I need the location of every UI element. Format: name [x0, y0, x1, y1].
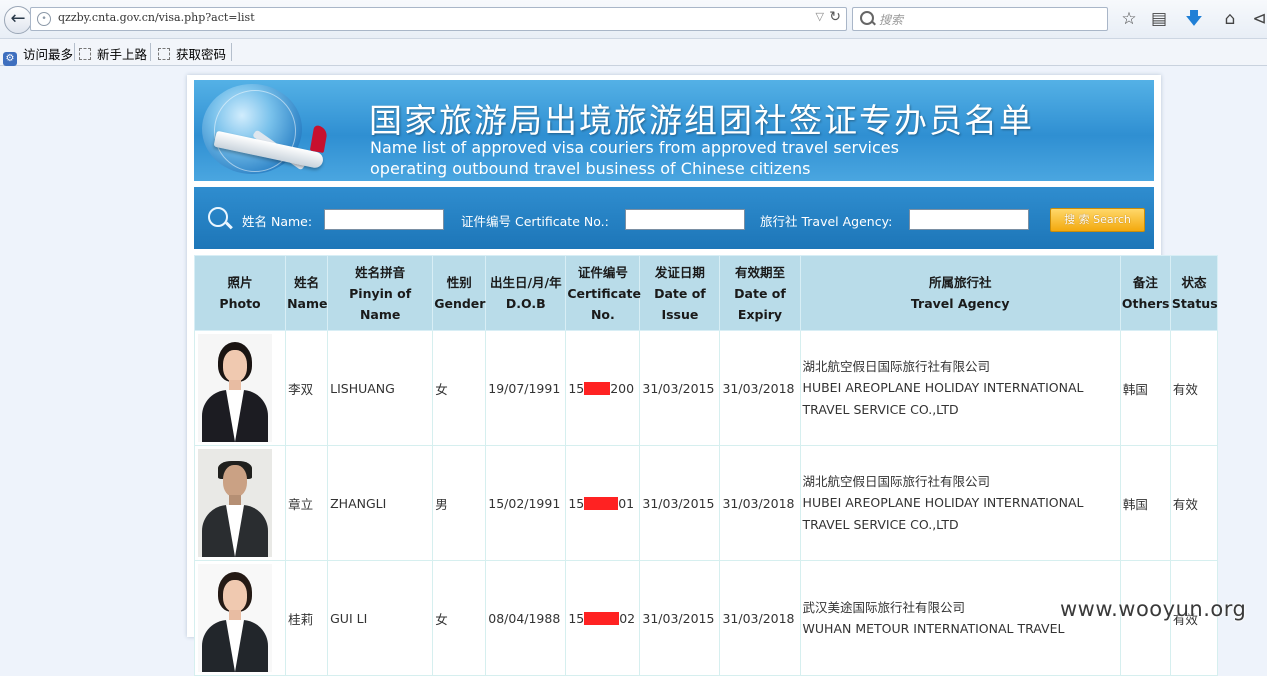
- col-header-pinyin: 姓名拼音 Pinyin of Name: [327, 255, 434, 331]
- plane-tail-logo: [309, 124, 329, 154]
- back-arrow-icon[interactable]: ←: [4, 6, 32, 34]
- dob-cell: 19/07/1991: [485, 330, 567, 446]
- name-cell: 桂莉: [285, 560, 329, 676]
- issue-date-cell: 31/03/2015: [639, 560, 721, 676]
- url-text[interactable]: qzzby.cnta.gov.cn/visa.php?act=list: [58, 11, 255, 24]
- bookmark-getting-started[interactable]: 新手上路: [79, 44, 147, 63]
- photo-cell: [193, 445, 287, 561]
- browser-search-box[interactable]: 搜索: [852, 7, 1108, 31]
- address-bar[interactable]: • qzzby.cnta.gov.cn/visa.php?act=list ▽ …: [30, 7, 847, 31]
- search-button[interactable]: 搜 索 Search: [1050, 208, 1145, 232]
- divider: [74, 43, 75, 61]
- col-header-others: 备注 Others: [1119, 255, 1171, 331]
- browser-toolbar: ← • qzzby.cnta.gov.cn/visa.php?act=list …: [0, 0, 1267, 39]
- col-header-photo: 照片 Photo: [193, 255, 287, 331]
- dropdown-arrow-icon[interactable]: ▽: [816, 10, 824, 23]
- photo-cell: [193, 330, 287, 446]
- status-cell: 有效: [1169, 330, 1219, 446]
- search-icon: [860, 11, 874, 25]
- bookmark-most-visited[interactable]: ⚙ 访问最多: [3, 44, 73, 66]
- subtitle-line-2: operating outbound travel business of Ch…: [370, 159, 811, 178]
- table-row: 章立 ZHANGLI 男 15/02/1991 15 01 31/03/2015 …: [193, 445, 1219, 561]
- magnifier-icon: [208, 207, 228, 227]
- certificate-cell: 15 200: [565, 330, 641, 446]
- col-header-agency: 所属旅行社 Travel Agency: [799, 255, 1121, 331]
- expiry-date-cell: 31/03/2018: [719, 560, 801, 676]
- expiry-date-cell: 31/03/2018: [719, 330, 801, 446]
- header-banner: 国家旅游局出境旅游组团社签证专办员名单 Name list of approve…: [194, 80, 1154, 181]
- agency-label: 旅行社 Travel Agency:: [760, 214, 893, 229]
- page-subtitle: Name list of approved visa couriers from…: [370, 137, 899, 179]
- watermark: www.wooyun.org: [1060, 597, 1247, 621]
- col-header-gender: 性别 Gender: [432, 255, 487, 331]
- col-header-expiry-date: 有效期至 Date of Expiry: [719, 255, 801, 331]
- others-cell: 韩国: [1119, 330, 1171, 446]
- expiry-date-cell: 31/03/2018: [719, 445, 801, 561]
- bookmarks-bar: ⚙ 访问最多 新手上路 获取密码: [0, 39, 1267, 66]
- subtitle-line-1: Name list of approved visa couriers from…: [370, 138, 899, 157]
- others-cell: 韩国: [1119, 445, 1171, 561]
- globe-icon: •: [37, 12, 51, 26]
- person-photo: [198, 564, 272, 672]
- pinyin-cell: ZHANGLI: [327, 445, 434, 561]
- download-icon[interactable]: 🡇: [1183, 8, 1205, 30]
- redaction-bar: [584, 496, 619, 510]
- reading-list-icon[interactable]: ▤: [1148, 8, 1170, 30]
- divider: [231, 43, 232, 61]
- agency-cell: 湖北航空假日国际旅行社有限公司 HUBEI AREOPLANE HOLIDAY I…: [799, 445, 1121, 561]
- home-icon[interactable]: ⌂: [1219, 8, 1241, 30]
- col-header-status: 状态 Status: [1169, 255, 1219, 331]
- table-header-row: 照片 Photo 姓名 Name 姓名拼音 Pinyin of Name 性别 Gend…: [193, 255, 1219, 331]
- person-photo: [198, 449, 272, 557]
- agency-cell: 湖北航空假日国际旅行社有限公司 HUBEI AREOPLANE HOLIDAY I…: [799, 330, 1121, 446]
- pinyin-cell: LISHUANG: [327, 330, 434, 446]
- name-cell: 章立: [285, 445, 329, 561]
- page-icon: [158, 48, 170, 60]
- gender-cell: 女: [432, 560, 487, 676]
- certificate-label: 证件编号 Certificate No.:: [461, 214, 609, 229]
- search-placeholder: 搜索: [879, 13, 904, 27]
- col-header-issue-date: 发证日期 Date of Issue: [639, 255, 721, 331]
- agency-input[interactable]: [909, 209, 1029, 230]
- dob-cell: 15/02/1991: [485, 445, 567, 561]
- redaction-bar: [584, 381, 611, 395]
- certificate-input[interactable]: [625, 209, 745, 230]
- photo-cell: [193, 560, 287, 676]
- certificate-cell: 15 02: [565, 560, 641, 676]
- bookmark-get-password[interactable]: 获取密码: [158, 44, 226, 63]
- person-photo: [198, 334, 272, 442]
- name-label: 姓名 Name:: [242, 214, 313, 229]
- bookmark-star-icon[interactable]: ☆: [1118, 8, 1140, 30]
- bookmark-folder-icon: ⚙: [3, 52, 17, 66]
- page-icon: [79, 48, 91, 60]
- name-input[interactable]: [324, 209, 444, 230]
- pinyin-cell: GUI LI: [327, 560, 434, 676]
- col-header-certificate: 证件编号 Certificate No.: [565, 255, 641, 331]
- certificate-cell: 15 01: [565, 445, 641, 561]
- dob-cell: 08/04/1988: [485, 560, 567, 676]
- page-title: 国家旅游局出境旅游组团社签证专办员名单: [369, 101, 1034, 140]
- table-row: 李双 LISHUANG 女 19/07/1991 15 200 31/03/201…: [193, 330, 1219, 446]
- issue-date-cell: 31/03/2015: [639, 445, 721, 561]
- gender-cell: 男: [432, 445, 487, 561]
- col-header-dob: 出生日/月/年 D.O.B: [485, 255, 567, 331]
- search-form: 姓名 Name: 证件编号 Certificate No.: 旅行社 Trave…: [194, 187, 1154, 249]
- divider: [150, 43, 151, 61]
- status-cell: 有效: [1169, 445, 1219, 561]
- issue-date-cell: 31/03/2015: [639, 330, 721, 446]
- name-cell: 李双: [285, 330, 329, 446]
- gender-cell: 女: [432, 330, 487, 446]
- page-container: 国家旅游局出境旅游组团社签证专办员名单 Name list of approve…: [187, 75, 1219, 676]
- col-header-name: 姓名 Name: [285, 255, 329, 331]
- reload-icon[interactable]: ↻: [829, 9, 841, 25]
- share-icon[interactable]: ⊲: [1252, 8, 1267, 30]
- redaction-bar: [584, 611, 620, 625]
